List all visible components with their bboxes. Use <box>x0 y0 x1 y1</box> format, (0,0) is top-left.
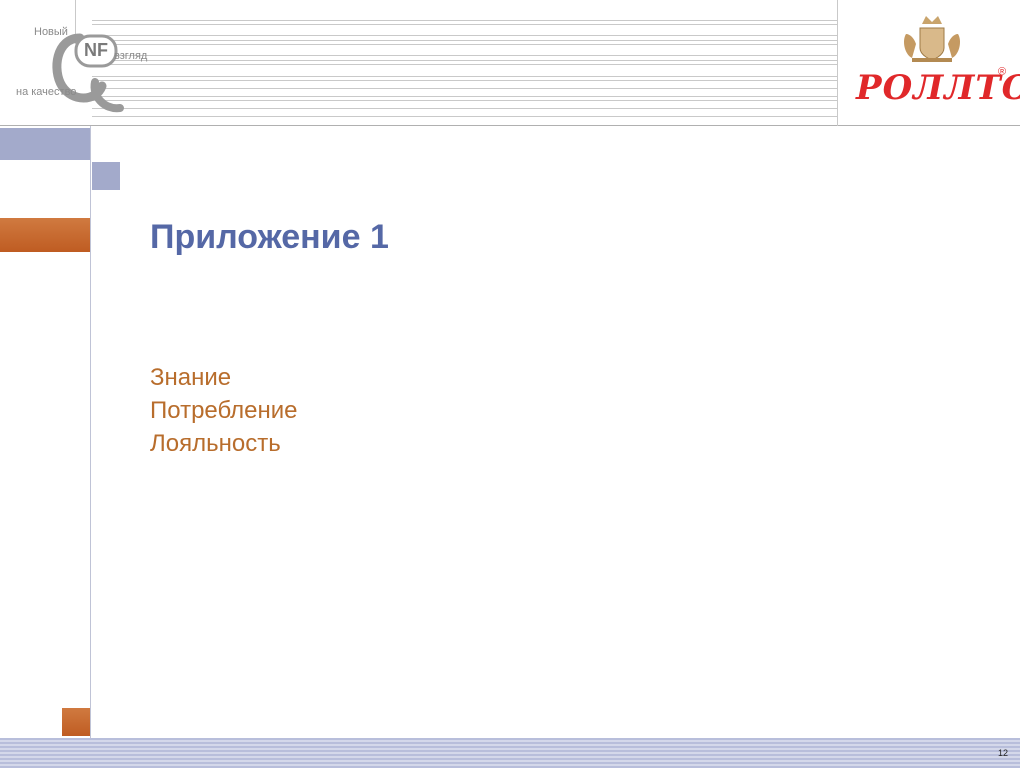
nf-line3: на качество <box>16 86 77 98</box>
blue-block-top <box>0 128 90 160</box>
nf-line1: Новый <box>34 26 68 38</box>
blue-block-small <box>92 162 120 190</box>
list-item: Лояльность <box>150 430 281 457</box>
orange-block-top <box>0 218 90 252</box>
nf-quality-logo: NF Новый взгляд на качество <box>0 0 160 122</box>
brand-name: РОЛЛТОН <box>856 68 1020 108</box>
orange-block-bottom <box>62 708 90 736</box>
nf-line2: взгляд <box>114 50 148 62</box>
footer-stripe <box>0 738 1020 768</box>
page-number: 12 <box>997 748 1008 758</box>
list-item: Потребление <box>150 397 298 424</box>
registered-mark: ® <box>998 66 1007 78</box>
nf-mark: NF <box>84 40 108 60</box>
left-divider <box>90 126 91 738</box>
list-item: Знание <box>150 364 232 391</box>
rollton-logo: РОЛЛТОН ® <box>846 10 1020 122</box>
slide-title: Приложение 1 <box>150 218 389 256</box>
bear-crest-icon <box>904 16 960 62</box>
